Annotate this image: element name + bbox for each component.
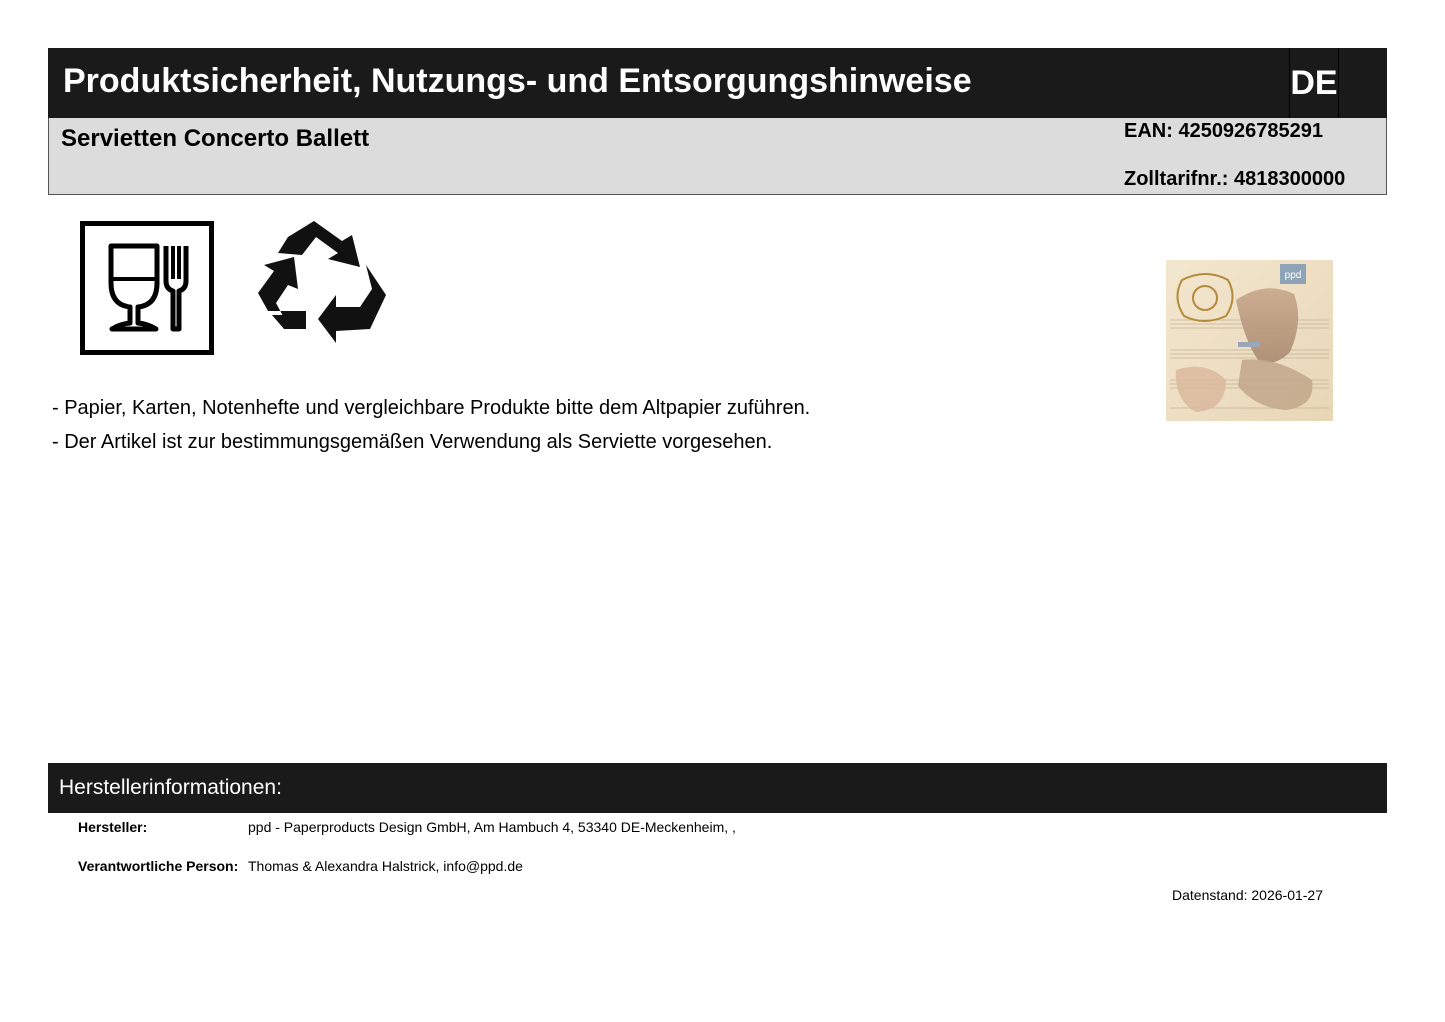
document-header: Produktsicherheit, Nutzungs- und Entsorg… — [48, 48, 1387, 118]
manufacturer-value: ppd - Paperproducts Design GmbH, Am Hamb… — [248, 819, 736, 835]
usage-notes: - Papier, Karten, Notenhefte und verglei… — [52, 391, 1052, 459]
product-name: Servietten Concerto Ballett — [61, 125, 370, 152]
responsible-person-label: Verantwortliche Person: — [78, 858, 239, 874]
manufacturer-header: Herstellerinformationen: — [48, 763, 1387, 813]
ean-number: EAN: 4250926785291 — [1124, 120, 1324, 142]
product-brand-label: ppd — [1285, 270, 1302, 281]
recycle-icon — [258, 221, 386, 343]
manufacturer-label: Hersteller: — [78, 819, 148, 835]
language-code: DE — [1289, 48, 1339, 118]
product-image: ppd — [1166, 260, 1333, 421]
product-info-bar: Servietten Concerto Ballett EAN: 4250926… — [48, 118, 1387, 195]
manufacturer-section-title: Herstellerinformationen: — [59, 776, 282, 799]
note-disposal: - Papier, Karten, Notenhefte und verglei… — [52, 397, 811, 419]
document-title: Produktsicherheit, Nutzungs- und Entsorg… — [63, 62, 972, 100]
responsible-person-value: Thomas & Alexandra Halstrick, info@ppd.d… — [248, 858, 523, 874]
food-safe-icon — [80, 221, 214, 355]
date-stamp: Datenstand: 2026-01-27 — [1172, 887, 1323, 903]
note-intended-use: - Der Artikel ist zur bestimmungsgemäßen… — [52, 431, 773, 453]
customs-tariff-number: Zolltarifnr.: 4818300000 — [1124, 168, 1346, 190]
